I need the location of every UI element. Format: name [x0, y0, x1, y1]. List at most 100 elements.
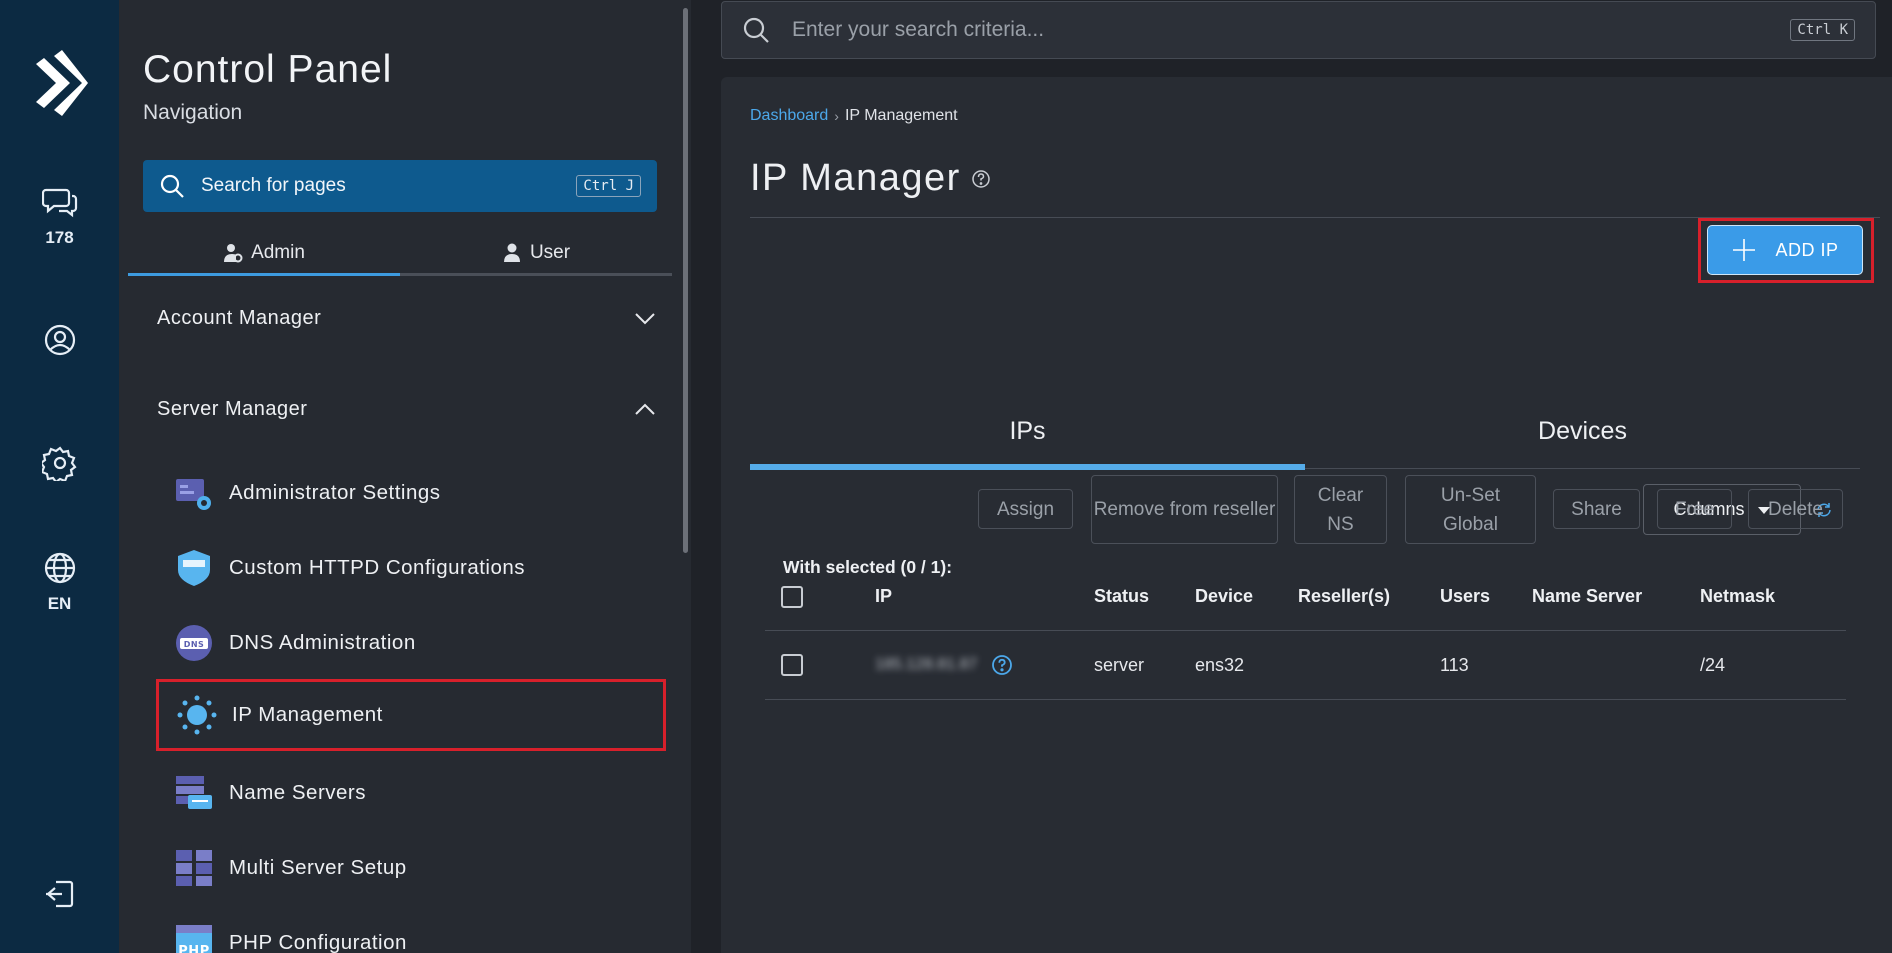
dns-icon: DNS [176, 625, 212, 661]
delete-button[interactable]: Delete [1748, 489, 1843, 529]
table-header-row: IP Status Device Reseller(s) Users Name … [765, 563, 1846, 631]
profile-button[interactable] [0, 322, 119, 358]
column-header-status[interactable]: Status [1094, 586, 1195, 607]
gear-icon [41, 446, 77, 481]
tab-admin[interactable]: Admin [128, 232, 400, 276]
main-content: Dashboard › IP Management IP Manager ADD… [721, 77, 1892, 953]
clear-ns-button[interactable]: Clear NS [1294, 475, 1387, 544]
cell-status: server [1094, 654, 1145, 675]
nav-item-multi-server-setup[interactable]: Multi Server Setup [156, 832, 666, 904]
nav-item-label: Name Servers [229, 781, 367, 804]
tab-devices-label: Devices [1538, 417, 1627, 445]
column-header-device[interactable]: Device [1195, 586, 1298, 607]
tab-ips[interactable]: IPs [750, 395, 1305, 470]
page-search-label: Search for pages [201, 175, 346, 196]
messages-count: 178 [45, 228, 74, 247]
tab-user[interactable]: User [400, 232, 672, 273]
search-icon [743, 17, 769, 43]
breadcrumb-separator-icon: › [834, 108, 839, 124]
navigation-panel: Control Panel Navigation Search for page… [119, 0, 691, 953]
add-ip-button[interactable]: ADD IP [1707, 225, 1863, 275]
search-shortcut: Ctrl K [1790, 19, 1855, 41]
breadcrumb-dashboard-link[interactable]: Dashboard [750, 107, 828, 125]
nav-item-custom-httpd[interactable]: Custom HTTPD Configurations [156, 532, 666, 604]
php-icon: PHP [176, 925, 212, 953]
nav-item-label: Multi Server Setup [229, 856, 407, 879]
remove-from-reseller-button[interactable]: Remove from reseller [1091, 475, 1278, 544]
column-header-resellers[interactable]: Reseller(s) [1298, 586, 1440, 607]
page-title-text: IP Manager [750, 157, 961, 199]
nav-item-php-configuration[interactable]: PHP PHP Configuration [156, 907, 666, 953]
column-header-ip[interactable]: IP [875, 586, 1094, 607]
page-search-button[interactable]: Search for pages Ctrl J [143, 160, 657, 212]
logo-icon[interactable] [30, 50, 88, 116]
nav-item-dns-administration[interactable]: DNS DNS Administration [156, 607, 666, 679]
httpd-icon [178, 550, 210, 586]
svg-text:DNS: DNS [184, 640, 205, 649]
bulk-label: Free [1674, 498, 1715, 520]
role-tabs: Admin User [128, 232, 672, 276]
select-all-checkbox[interactable] [781, 585, 803, 608]
admin-settings-icon [176, 479, 211, 510]
search-input[interactable] [792, 18, 1791, 42]
assign-button[interactable]: Assign [978, 489, 1073, 529]
plus-icon [1733, 239, 1756, 261]
nav-subtitle: Navigation [143, 101, 243, 124]
add-ip-label: ADD IP [1775, 239, 1839, 260]
cell-device: ens32 [1195, 654, 1245, 675]
ip-network-icon [177, 695, 217, 735]
user-circle-icon [44, 324, 75, 356]
chevron-down-icon [635, 313, 655, 325]
tab-ips-label: IPs [1009, 417, 1046, 445]
page-title: IP Manager [750, 157, 991, 200]
chat-icon [41, 188, 77, 218]
breadcrumb-current: IP Management [844, 107, 958, 124]
nav-item-ip-management[interactable]: IP Management [156, 679, 666, 751]
svg-text:PHP: PHP [178, 944, 209, 953]
share-button[interactable]: Share [1553, 489, 1640, 529]
add-ip-highlight: ADD IP [1698, 218, 1874, 283]
nav-item-name-servers[interactable]: Name Servers [156, 757, 666, 829]
tab-devices[interactable]: Devices [1305, 395, 1860, 468]
language-button[interactable]: EN [0, 550, 119, 614]
cell-users: 113 [1440, 654, 1469, 675]
ip-address[interactable]: 185.128.81.87 [875, 656, 977, 674]
multi-server-icon [176, 850, 212, 886]
bulk-label: Clear NS [1317, 484, 1364, 535]
bulk-label: Share [1571, 498, 1622, 520]
free-button[interactable]: Free [1657, 489, 1732, 529]
row-checkbox[interactable] [781, 654, 803, 676]
search-icon [160, 174, 184, 198]
column-header-name-server[interactable]: Name Server [1532, 586, 1700, 607]
logout-button[interactable] [0, 876, 119, 912]
nav-item-label: PHP Configuration [229, 931, 407, 953]
help-icon[interactable] [971, 169, 991, 189]
section-label: Server Manager [157, 397, 308, 420]
logout-icon [45, 880, 73, 908]
ip-table: IP Status Device Reseller(s) Users Name … [765, 563, 1846, 700]
user-icon [503, 243, 520, 262]
language-label: EN [47, 594, 72, 613]
nav-item-label: Custom HTTPD Configurations [229, 556, 526, 579]
nav-scrollbar[interactable] [683, 8, 688, 553]
table-row[interactable]: 185.128.81.87 server ens32 113 /24 [765, 631, 1846, 700]
icon-rail: 178 EN [0, 0, 119, 953]
bulk-label: Delete [1768, 498, 1823, 520]
settings-button[interactable] [0, 445, 119, 481]
nav-item-label: Administrator Settings [229, 481, 441, 504]
messages-button[interactable]: 178 [0, 184, 119, 248]
nav-title: Control Panel [143, 48, 393, 91]
section-server-manager[interactable]: Server Manager [157, 397, 657, 421]
section-label: Account Manager [157, 306, 322, 329]
bulk-label: Remove from reseller [1093, 499, 1276, 520]
column-header-netmask[interactable]: Netmask [1700, 586, 1840, 607]
section-account-manager[interactable]: Account Manager [157, 306, 657, 330]
unset-global-button[interactable]: Un-Set Global [1405, 475, 1536, 544]
tab-user-label: User [529, 241, 571, 263]
globe-icon [44, 552, 75, 584]
nav-item-administrator-settings[interactable]: Administrator Settings [156, 457, 666, 529]
page-search-shortcut: Ctrl J [576, 175, 641, 197]
breadcrumb: Dashboard › IP Management [750, 107, 958, 125]
help-circle-icon[interactable] [991, 654, 1013, 676]
column-header-users[interactable]: Users [1440, 586, 1532, 607]
